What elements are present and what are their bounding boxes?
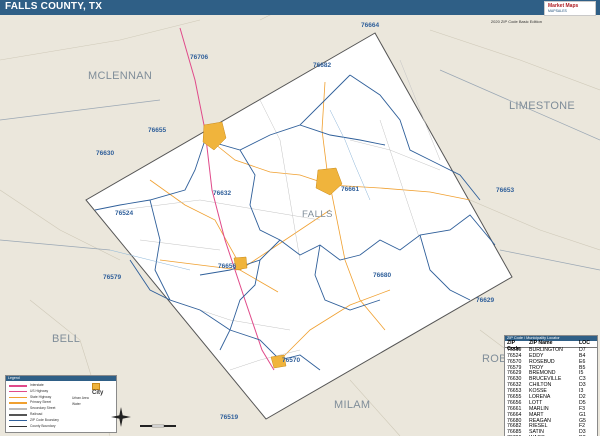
- page-title: FALLS COUNTY, TX: [5, 1, 103, 12]
- zip-table-col: ZIP Name: [529, 340, 553, 346]
- map-legend: Legend Interstate US Highway State Highway…: [5, 375, 117, 433]
- zip-label: 76632: [213, 190, 232, 197]
- zip-label: 76706: [190, 54, 209, 61]
- legend-swatch: [9, 402, 27, 404]
- edition-label: 2020 ZIP Code Basic Edition: [490, 19, 542, 24]
- map-frame: FALLS COUNTY, TX 2020 ZIP Code Basic Edi…: [0, 0, 600, 436]
- zip-code-table: ZIP Code / Municipality Locator ZIP Code…: [504, 335, 598, 436]
- legend-swatch: [9, 390, 27, 393]
- legend-item-label: Secondary Street: [30, 406, 56, 411]
- neighbor-label: MCLENNAN: [88, 70, 153, 82]
- zip-table-body: 76519 BURLINGTON D7 76524 EDDY B4 76570 ROSEBUD…: [505, 347, 597, 436]
- zip-label: 76680: [373, 272, 392, 279]
- legend-item-label: Interstate: [30, 383, 44, 387]
- legend-swatch: [9, 419, 27, 422]
- brand-logo: Market Maps MAPSALES: [544, 1, 596, 16]
- legend-city: City: [92, 383, 112, 396]
- legend-title: Legend: [6, 376, 116, 381]
- zip-label: 76629: [476, 297, 495, 304]
- compass-icon: [111, 407, 131, 427]
- legend-item-label: Railroad: [30, 412, 43, 416]
- legend-swatch: [9, 408, 27, 410]
- zip-label: 76524: [115, 210, 134, 217]
- zip-label: 76570: [282, 357, 301, 364]
- zip-label: 76655: [148, 127, 167, 134]
- legend-item-label: State Highway: [30, 394, 52, 399]
- legend-item-label: Urban Area: [72, 396, 89, 400]
- legend-swatch: [9, 425, 27, 428]
- zip-label: 76579: [103, 274, 122, 281]
- neighbor-label: BELL: [52, 333, 81, 345]
- legend-item-label: US Highway: [30, 388, 49, 393]
- neighbor-label: LIMESTONE: [509, 100, 576, 112]
- county-name-label: FALLS: [302, 209, 334, 220]
- legend-item-label: County Boundary: [30, 423, 56, 428]
- zip-label: 76653: [496, 187, 515, 194]
- urban-swatch: [92, 383, 100, 390]
- legend-item-label: ZIP Code Boundary: [30, 417, 59, 422]
- zip-label: 76519: [220, 414, 239, 421]
- brand-tagline: MAPSALES: [548, 9, 567, 13]
- legend-city-label: City: [92, 390, 104, 396]
- legend-item-label: Water: [72, 402, 81, 406]
- legend-swatch: [9, 414, 27, 416]
- legend-swatch: [9, 396, 27, 399]
- zip-label: 76656: [218, 263, 237, 270]
- zip-table-col: ZIP Code: [507, 340, 520, 352]
- zip-label: 76682: [313, 62, 332, 69]
- zip-label: 76661: [341, 186, 360, 193]
- zip-label: 76664: [361, 22, 380, 29]
- scale-bar: [140, 424, 176, 428]
- zip-label: 76630: [96, 150, 115, 157]
- legend-item-label: Primary Street: [30, 400, 52, 405]
- legend-swatch: [9, 385, 27, 387]
- zip-table-col: LOC: [579, 340, 590, 346]
- title-bar: FALLS COUNTY, TX: [0, 0, 600, 15]
- neighbor-label: MILAM: [334, 399, 371, 411]
